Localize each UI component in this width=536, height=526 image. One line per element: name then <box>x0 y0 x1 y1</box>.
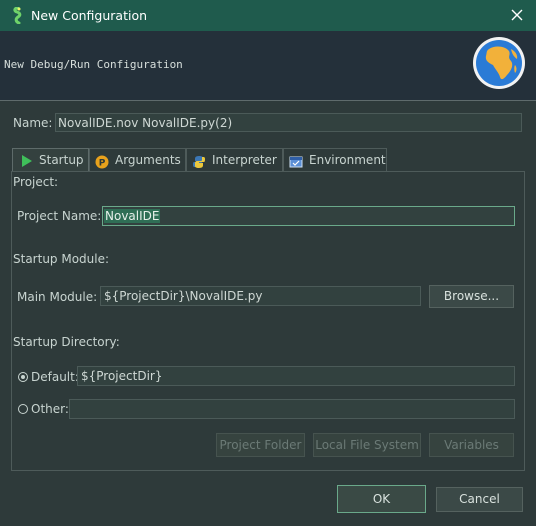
dialog-heading: New Debug/Run Configuration <box>4 58 183 71</box>
tab-environment[interactable]: Environment <box>283 148 387 172</box>
tab-startup[interactable]: Startup <box>12 148 89 172</box>
python-snake-icon <box>10 6 26 25</box>
default-radio[interactable] <box>18 372 28 382</box>
startup-directory-section-label: Startup Directory: <box>13 335 120 349</box>
other-label: Other: <box>31 402 69 416</box>
other-radio[interactable] <box>18 404 28 414</box>
name-field[interactable]: NovalIDE.nov NovalIDE.py(2) <box>55 113 522 132</box>
project-folder-button[interactable]: Project Folder <box>216 433 305 457</box>
main-module-field[interactable]: ${ProjectDir}\NovalIDE.py <box>100 286 421 306</box>
default-directory-field[interactable]: ${ProjectDir} <box>77 366 515 386</box>
tab-startup-label: Startup <box>39 153 84 167</box>
arguments-icon: P <box>95 154 109 169</box>
title-bar: New Configuration <box>0 0 536 31</box>
python-icon <box>192 154 206 168</box>
local-file-system-button[interactable]: Local File System <box>313 433 421 457</box>
globe-icon <box>471 35 527 91</box>
tab-interpreter-label: Interpreter <box>212 153 277 167</box>
main-module-label: Main Module: <box>17 290 98 304</box>
project-section-label: Project: <box>13 175 59 189</box>
startup-module-section-label: Startup Module: <box>13 252 110 266</box>
tab-arguments[interactable]: P Arguments <box>89 148 186 172</box>
project-name-field[interactable]: NovalIDE <box>102 206 515 226</box>
tab-environment-label: Environment <box>309 153 386 167</box>
variables-button[interactable]: Variables <box>429 433 514 457</box>
default-label: Default: <box>31 370 79 384</box>
project-name-value: NovalIDE <box>104 209 161 223</box>
tab-arguments-label: Arguments <box>115 153 181 167</box>
name-label: Name: <box>13 116 53 130</box>
window-title: New Configuration <box>31 8 148 23</box>
project-name-label: Project Name: <box>17 209 102 223</box>
play-icon <box>20 153 34 167</box>
ok-button[interactable]: OK <box>337 485 426 513</box>
environment-icon <box>289 154 303 168</box>
dialog-header: New Debug/Run Configuration <box>0 31 536 101</box>
svg-text:P: P <box>99 159 106 169</box>
browse-button[interactable]: Browse... <box>429 285 514 308</box>
close-icon[interactable] <box>508 6 526 24</box>
other-directory-field[interactable] <box>69 399 515 419</box>
tab-interpreter[interactable]: Interpreter <box>186 148 283 172</box>
cancel-button[interactable]: Cancel <box>436 487 523 512</box>
